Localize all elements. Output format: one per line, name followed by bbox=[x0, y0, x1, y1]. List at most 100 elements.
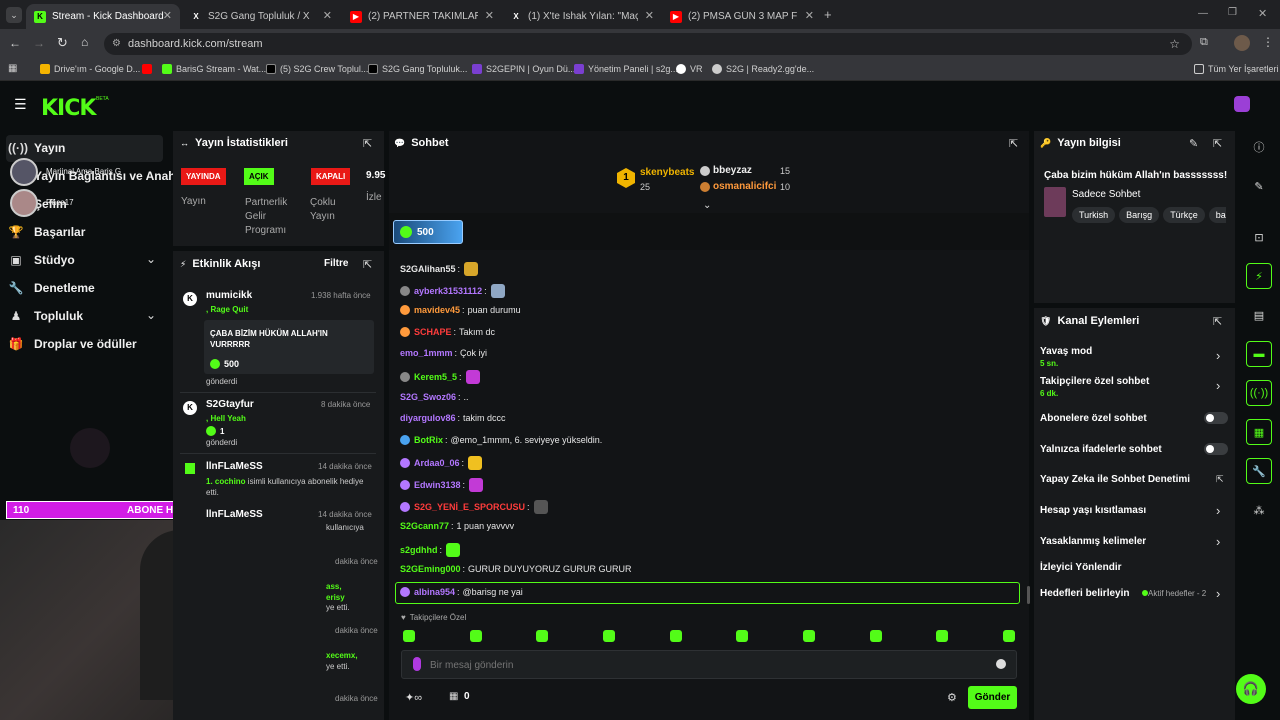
emote-icon[interactable] bbox=[1002, 630, 1015, 642]
address-input[interactable]: ⚙ dashboard.kick.com/stream ☆ bbox=[104, 33, 1192, 55]
bolt-icon[interactable]: ⚡ bbox=[1246, 263, 1272, 289]
emote-icon[interactable] bbox=[802, 630, 815, 642]
subs-chat-toggle[interactable] bbox=[1204, 412, 1228, 424]
mic-icon[interactable] bbox=[413, 657, 421, 671]
bookmark-item[interactable]: Yönetim Paneli | s2g... bbox=[574, 64, 678, 74]
bookmark-item[interactable]: (5) S2G Crew Toplul... bbox=[266, 64, 368, 74]
wrench-icon[interactable]: 🔧 bbox=[1246, 458, 1272, 484]
all-bookmarks[interactable]: Tüm Yer İşaretleri bbox=[1194, 64, 1279, 74]
edit-icon[interactable]: ✎ bbox=[1189, 137, 1198, 150]
banned-words-setting[interactable]: Yasaklanmış kelimeler bbox=[1040, 536, 1146, 547]
minimize-button[interactable]: — bbox=[1198, 8, 1208, 19]
nav-topluluk[interactable]: ♟ Topluluk bbox=[8, 303, 84, 329]
slow-mode-setting[interactable]: Yavaş mod 5 sn. bbox=[1040, 346, 1092, 368]
store-icon[interactable]: ▦ bbox=[449, 691, 458, 702]
chat-username[interactable]: diyargulov86 bbox=[400, 413, 456, 423]
chat-username[interactable]: S2Gcann77 bbox=[400, 521, 449, 531]
chat-username[interactable]: S2G_YENİ_E_SPORCUSU bbox=[414, 502, 525, 512]
emote-icon[interactable] bbox=[869, 630, 882, 642]
send-button[interactable]: Gönder bbox=[968, 686, 1017, 709]
chevron-right-icon[interactable]: › bbox=[1216, 378, 1220, 393]
chat-username[interactable]: mavidev45 bbox=[414, 305, 460, 315]
tag[interactable]: ba bbox=[1208, 207, 1226, 223]
chevron-right-icon[interactable]: › bbox=[1216, 503, 1220, 518]
bookmark-star-icon[interactable]: ☆ bbox=[1169, 33, 1180, 55]
bookmark-item[interactable]: S2GEPIN | Oyun Dü... bbox=[472, 64, 575, 74]
tag[interactable]: Turkish bbox=[1072, 207, 1116, 223]
chat-username[interactable]: s2gdhhd bbox=[400, 545, 438, 555]
back-icon[interactable]: ← bbox=[9, 36, 21, 50]
emote-icon[interactable] bbox=[469, 630, 482, 642]
expand-icon[interactable]: ⇱ bbox=[363, 137, 372, 150]
pencil-icon[interactable]: ✎ bbox=[1246, 173, 1272, 199]
expand-icon[interactable]: ⇱ bbox=[1213, 137, 1222, 150]
expand-icon[interactable]: ⇱ bbox=[1213, 315, 1222, 328]
chat-username[interactable]: Edwin3138 bbox=[414, 480, 461, 490]
nav-basarilar[interactable]: 🏆 Başarılar bbox=[8, 219, 86, 245]
emote-icon[interactable] bbox=[403, 630, 415, 642]
leader-name[interactable]: skenybeats bbox=[640, 167, 694, 178]
emote-icon[interactable] bbox=[536, 630, 549, 642]
ai-moderation-setting[interactable]: Yapay Zeka ile Sohbet Denetimi bbox=[1040, 474, 1190, 485]
chevron-right-icon[interactable]: › bbox=[1216, 348, 1220, 363]
activity-user[interactable]: llnFLaMeSS bbox=[206, 509, 263, 520]
chat-username[interactable]: Ardaa0_06 bbox=[414, 458, 460, 468]
close-icon[interactable]: ✕ bbox=[163, 9, 172, 22]
chat-username[interactable]: emo_1mmm bbox=[400, 348, 453, 358]
support-headset-icon[interactable]: 🎧 bbox=[1236, 674, 1266, 704]
external-link-icon[interactable]: ⇱ bbox=[1216, 474, 1224, 485]
pinned-kicks[interactable]: 500 bbox=[393, 220, 463, 244]
window-close-button[interactable]: ✕ bbox=[1258, 7, 1267, 20]
filter-button[interactable]: Filtre bbox=[324, 258, 348, 269]
close-icon[interactable]: ✕ bbox=[645, 9, 654, 22]
close-icon[interactable]: ✕ bbox=[323, 9, 332, 22]
forward-icon[interactable]: → bbox=[33, 36, 45, 50]
focus-icon[interactable]: ⊡ bbox=[1246, 224, 1272, 250]
tab-partner-takimlar[interactable]: ▶ (2) PARTNER TAKIMLAR BELLİ O ✕ bbox=[342, 4, 502, 29]
restore-button[interactable]: ❐ bbox=[1228, 7, 1237, 18]
kick-logo[interactable]: KICK bbox=[41, 96, 96, 121]
nodes-icon[interactable]: ⁂ bbox=[1246, 497, 1272, 523]
chat-icon[interactable]: ▬ bbox=[1246, 341, 1272, 367]
extensions-icon[interactable]: ⧉ bbox=[1200, 36, 1208, 49]
bookmark-item[interactable]: VR bbox=[676, 64, 703, 74]
activity-user[interactable]: mumicikk bbox=[206, 290, 252, 301]
expand-icon[interactable]: ⇱ bbox=[363, 258, 372, 271]
chevron-down-icon[interactable]: ⌄ bbox=[146, 252, 156, 266]
category-name[interactable]: Sadece Sohbet bbox=[1072, 189, 1140, 200]
tab-pmsa-gun3[interactable]: ▶ (2) PMSA GÜN 3 MAP FEED DE ✕ bbox=[662, 4, 822, 29]
menu-icon[interactable]: ⋮ bbox=[1262, 35, 1274, 49]
site-info-icon[interactable]: ⚙ bbox=[112, 33, 121, 55]
emote-icon[interactable] bbox=[669, 630, 682, 642]
nav-droplar[interactable]: 🎁 Droplar ve ödüller bbox=[8, 331, 137, 357]
viewer-redirect-setting[interactable]: İzleyici Yönlendir bbox=[1040, 562, 1122, 573]
new-tab-button[interactable]: + bbox=[824, 7, 832, 22]
tag[interactable]: Türkçe bbox=[1163, 207, 1205, 223]
profile-avatar[interactable] bbox=[1234, 35, 1250, 51]
chat-username[interactable]: BotRix bbox=[414, 435, 443, 445]
followers-chat-setting[interactable]: Takipçilere özel sohbet 6 dk. bbox=[1040, 376, 1149, 398]
emoji-picker-icon[interactable] bbox=[996, 659, 1006, 669]
tab-s2g-gang-x[interactable]: X S2G Gang Topluluk / X ✕ bbox=[182, 4, 340, 29]
close-icon[interactable]: ✕ bbox=[485, 9, 494, 22]
chat-username[interactable]: Kerem5_5 bbox=[414, 372, 457, 382]
bookmark-item[interactable]: S2G | Ready2.gg'de... bbox=[712, 64, 814, 74]
layout-icon[interactable]: ▦ bbox=[1246, 419, 1272, 445]
tab-kick-dashboard[interactable]: K Stream - Kick Dashboard ✕ bbox=[26, 4, 180, 29]
emote-icon[interactable] bbox=[602, 630, 615, 642]
goals-setting[interactable]: Hedefleri belirleyin bbox=[1040, 588, 1129, 599]
chevron-right-icon[interactable]: › bbox=[1216, 586, 1220, 601]
reload-icon[interactable]: ↻ bbox=[57, 35, 68, 51]
chat-username[interactable]: S2GAlihan55 bbox=[400, 264, 456, 274]
emote-icon[interactable] bbox=[936, 630, 949, 642]
nav-denetleme[interactable]: 🔧 Denetleme bbox=[8, 275, 95, 301]
collapse-icon[interactable]: ⌄ bbox=[703, 200, 711, 211]
info-icon[interactable]: ⓘ bbox=[1246, 134, 1272, 160]
chat-username[interactable]: S2G_Swoz06 bbox=[400, 392, 456, 402]
account-age-setting[interactable]: Hesap yaşı kısıtlaması bbox=[1040, 505, 1146, 516]
channel-points-icon[interactable]: ✦∞ bbox=[405, 691, 422, 704]
close-icon[interactable]: ✕ bbox=[805, 9, 814, 22]
chat-scrollbar[interactable] bbox=[1027, 586, 1030, 604]
apps-grid-icon[interactable]: ▦ bbox=[8, 63, 17, 74]
chat-username[interactable]: ayberk31531112 bbox=[414, 286, 482, 296]
